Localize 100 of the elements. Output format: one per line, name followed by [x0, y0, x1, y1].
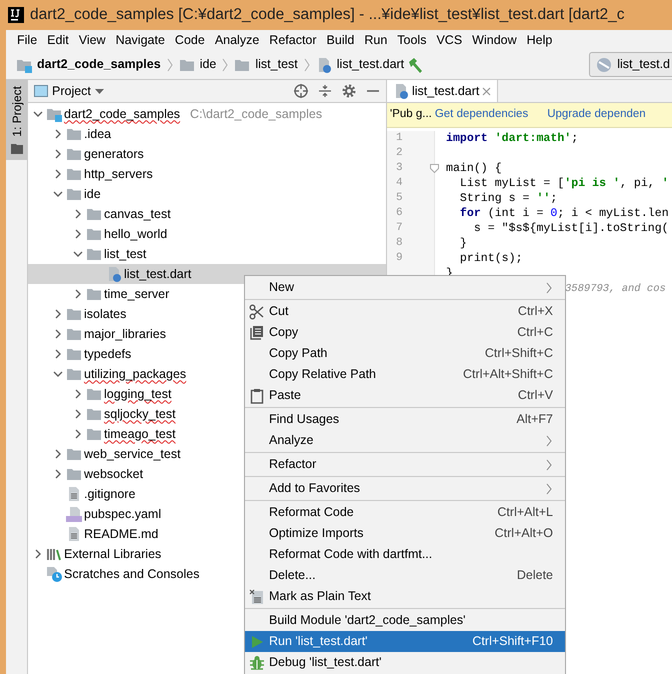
menu-item[interactable]: Analyze	[245, 430, 565, 451]
menu-item[interactable]: Window	[467, 30, 522, 50]
menu-item[interactable]: Refactor	[245, 454, 565, 475]
menu-item[interactable]: Analyze	[210, 30, 264, 50]
tree-item[interactable]: .idea	[28, 124, 386, 144]
item-label: dart2_code_samples	[64, 106, 180, 123]
yaml-file-icon	[66, 506, 82, 522]
folder-icon	[66, 466, 82, 482]
line-number: 1	[396, 131, 403, 146]
menu-item[interactable]: Debug 'list_test.dart'	[245, 652, 565, 673]
code-line: main() {	[446, 161, 502, 176]
menu-item[interactable]: Paste Ctrl+V	[245, 385, 565, 406]
menu-item[interactable]: Copy Relative Path Ctrl+Alt+Shift+C	[245, 364, 565, 385]
menu-item[interactable]: Tools	[392, 30, 432, 50]
line-number: 7	[396, 221, 403, 236]
menu-item[interactable]: Help	[522, 30, 558, 50]
hammer-icon[interactable]	[406, 56, 424, 74]
menu-item[interactable]: Copy Ctrl+C	[245, 322, 565, 343]
menu-item[interactable]: Navigate	[110, 30, 170, 50]
line-number: 9	[396, 251, 403, 266]
breadcrumb[interactable]: ide	[178, 55, 216, 74]
tree-item[interactable]: hello_world	[28, 224, 386, 244]
window-title: dart2_code_samples [C:¥dart2_code_samples] - ...¥ide¥list_test¥list_test.dart [dart2_c	[30, 5, 624, 26]
menu-item[interactable]: Optimize Imports Ctrl+Alt+O	[245, 523, 565, 544]
line-number: 5	[396, 191, 403, 206]
clipboard-icon	[249, 388, 265, 404]
run-configuration-dropdown[interactable]: list_test.d	[589, 52, 672, 77]
banner-link[interactable]: Upgrade dependen	[547, 106, 646, 124]
item-label: list_test	[104, 246, 146, 263]
folder-icon	[66, 366, 82, 382]
item-label: pubspec.yaml	[84, 506, 162, 523]
menu-item[interactable]: Cut Ctrl+X	[245, 301, 565, 322]
item-label: External Libraries	[64, 546, 162, 563]
item-label: sqljocky_test	[104, 406, 176, 423]
folder-icon	[66, 186, 82, 202]
tree-item[interactable]: http_servers	[28, 164, 386, 184]
item-label: major_libraries	[84, 326, 166, 343]
menu-item[interactable]: Mark as Plain Text	[245, 586, 565, 607]
folder-icon	[86, 426, 102, 442]
folder-icon	[66, 126, 82, 142]
app-logo-icon	[8, 7, 24, 23]
close-icon[interactable]	[482, 86, 492, 96]
editor-tab[interactable]: list_test.dart	[387, 80, 498, 102]
menu-item[interactable]: Code	[170, 30, 210, 50]
menu-item[interactable]: Build	[322, 30, 360, 50]
breadcrumb[interactable]: list_test	[234, 55, 298, 74]
menu-item[interactable]: Run	[359, 30, 392, 50]
folder-icon	[66, 166, 82, 182]
locate-icon[interactable]	[294, 84, 308, 98]
tree-item[interactable]: canvas_test	[28, 204, 386, 224]
bug-icon	[249, 654, 265, 670]
item-label: logging_test	[104, 386, 172, 403]
scissors-icon	[249, 304, 265, 320]
menu-item[interactable]: Delete... Delete	[245, 565, 565, 586]
menu-item[interactable]: Refactor	[264, 30, 322, 50]
menu-item[interactable]: Reformat Code Ctrl+Alt+L	[245, 502, 565, 523]
tree-item[interactable]: list_test	[28, 244, 386, 264]
line-number: 3	[396, 161, 403, 176]
tree-item[interactable]: dart2_code_samples C:\dart2_code_samples	[28, 104, 386, 124]
folder-icon	[86, 206, 102, 222]
breadcrumb[interactable]: list_test.dart	[316, 55, 404, 74]
dart-file-icon	[106, 266, 122, 282]
fold-marker-icon[interactable]	[430, 164, 439, 173]
text-file-icon	[66, 486, 82, 502]
line-number: 8	[396, 236, 403, 252]
menu-item[interactable]: Reformat Code with dartfmt...	[245, 544, 565, 565]
menu-item[interactable]: Copy Path Ctrl+Shift+C	[245, 343, 565, 364]
folder-icon	[66, 446, 82, 462]
item-label: canvas_test	[104, 206, 171, 223]
folder-icon	[86, 246, 102, 262]
menu-item[interactable]: Build Module 'dart2_code_samples'	[245, 610, 565, 631]
menu-item[interactable]: VCS	[431, 30, 468, 50]
menu-item[interactable]: Find Usages Alt+F7	[245, 409, 565, 430]
folder-icon	[86, 386, 102, 402]
run-icon	[249, 634, 265, 650]
item-label: http_servers	[84, 166, 153, 183]
collapse-all-icon[interactable]	[318, 84, 332, 98]
path-hint: C:\dart2_code_samples	[190, 106, 322, 123]
item-label: generators	[84, 146, 144, 163]
item-label: timeago_test	[104, 426, 176, 443]
code-line: String s = '';	[458, 191, 558, 206]
tree-item[interactable]: generators	[28, 144, 386, 164]
libraries-icon	[46, 546, 62, 562]
banner-link[interactable]: Get dependencies	[434, 106, 528, 124]
menu-item[interactable]: Edit	[42, 30, 74, 50]
project-tool-tab[interactable]: 1: Project	[6, 80, 27, 160]
menu-item[interactable]: File	[12, 30, 42, 50]
item-label: hello_world	[104, 226, 168, 243]
menu-item[interactable]: Add to Favorites	[245, 478, 565, 499]
copy-icon	[249, 324, 265, 340]
item-label: ide	[84, 186, 101, 203]
settings-icon[interactable]	[342, 84, 356, 98]
project-view-dropdown[interactable]: Project	[34, 82, 104, 100]
menu-item[interactable]: View	[74, 30, 111, 50]
tree-item[interactable]: ide	[28, 184, 386, 204]
folder-icon	[10, 142, 22, 154]
menu-item[interactable]: Run 'list_test.dart' Ctrl+Shift+F10	[245, 631, 565, 652]
item-label: websocket	[84, 466, 144, 483]
scratches-icon	[46, 566, 62, 582]
breadcrumb[interactable]: dart2_code_samples	[16, 55, 161, 74]
